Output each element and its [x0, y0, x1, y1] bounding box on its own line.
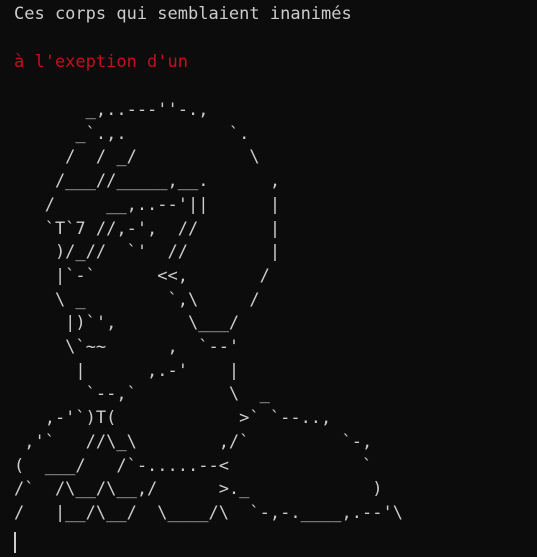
ascii-art-figure: _,..---''-., _`.,. `. / / _/ \ /___//___…: [14, 100, 403, 523]
output-line-red: à l'exeption d'un: [14, 52, 188, 72]
text-cursor: [14, 532, 16, 553]
output-line-title: Ces corps qui semblaient inanimés: [14, 4, 352, 24]
terminal-window[interactable]: Ces corps qui semblaient inanimés à l'ex…: [0, 0, 537, 557]
